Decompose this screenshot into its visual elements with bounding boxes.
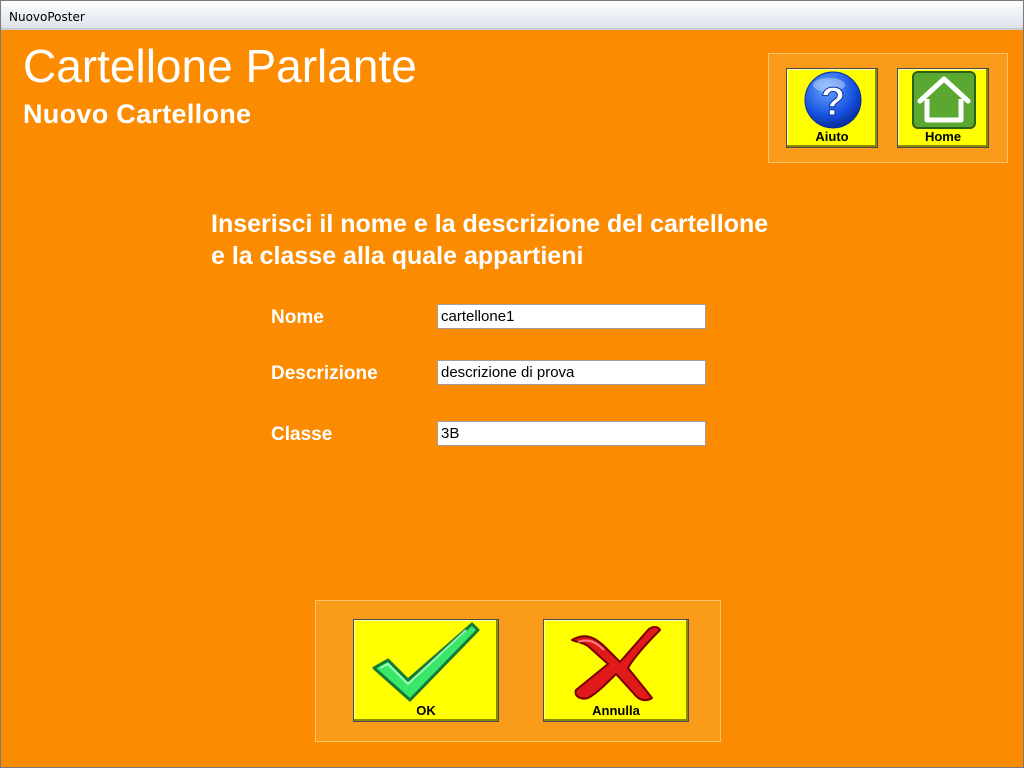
- instructions: Inserisci il nome e la descrizione del c…: [211, 208, 768, 272]
- descrizione-label: Descrizione: [271, 363, 378, 384]
- home-icon: [912, 71, 976, 129]
- descrizione-input[interactable]: [437, 360, 706, 385]
- cancel-button[interactable]: Annulla: [543, 619, 689, 722]
- cancel-button-label: Annulla: [592, 703, 640, 718]
- window-title: NuovoPoster: [9, 10, 85, 24]
- title-bar[interactable]: NuovoPoster: [1, 1, 1023, 30]
- top-toolbar-panel: ? Aiuto Home: [768, 53, 1008, 163]
- actions-panel: OK Annulla: [315, 600, 721, 742]
- x-cross-icon: [571, 626, 661, 702]
- instructions-line-2: e la classe alla quale appartieni: [211, 242, 584, 270]
- home-button[interactable]: Home: [897, 68, 989, 148]
- instructions-line-1: Inserisci il nome e la descrizione del c…: [211, 210, 769, 238]
- help-button-label: Aiuto: [815, 129, 849, 144]
- classe-label: Classe: [271, 424, 333, 445]
- nome-label: Nome: [271, 307, 324, 328]
- question-mark-icon: ?: [804, 71, 862, 129]
- checkmark-icon: [372, 622, 480, 702]
- page-subtitle: Nuovo Cartellone: [23, 99, 252, 129]
- app-title: Cartellone Parlante: [23, 40, 417, 92]
- nome-input[interactable]: [437, 304, 706, 329]
- app-window: NuovoPoster Cartellone Parlante Nuovo Ca…: [0, 0, 1024, 768]
- home-button-label: Home: [924, 129, 962, 144]
- ok-button-label: OK: [416, 703, 436, 718]
- ok-button[interactable]: OK: [353, 619, 499, 722]
- svg-text:?: ?: [821, 80, 845, 124]
- classe-input[interactable]: [437, 421, 706, 446]
- help-button[interactable]: ? Aiuto: [786, 68, 878, 148]
